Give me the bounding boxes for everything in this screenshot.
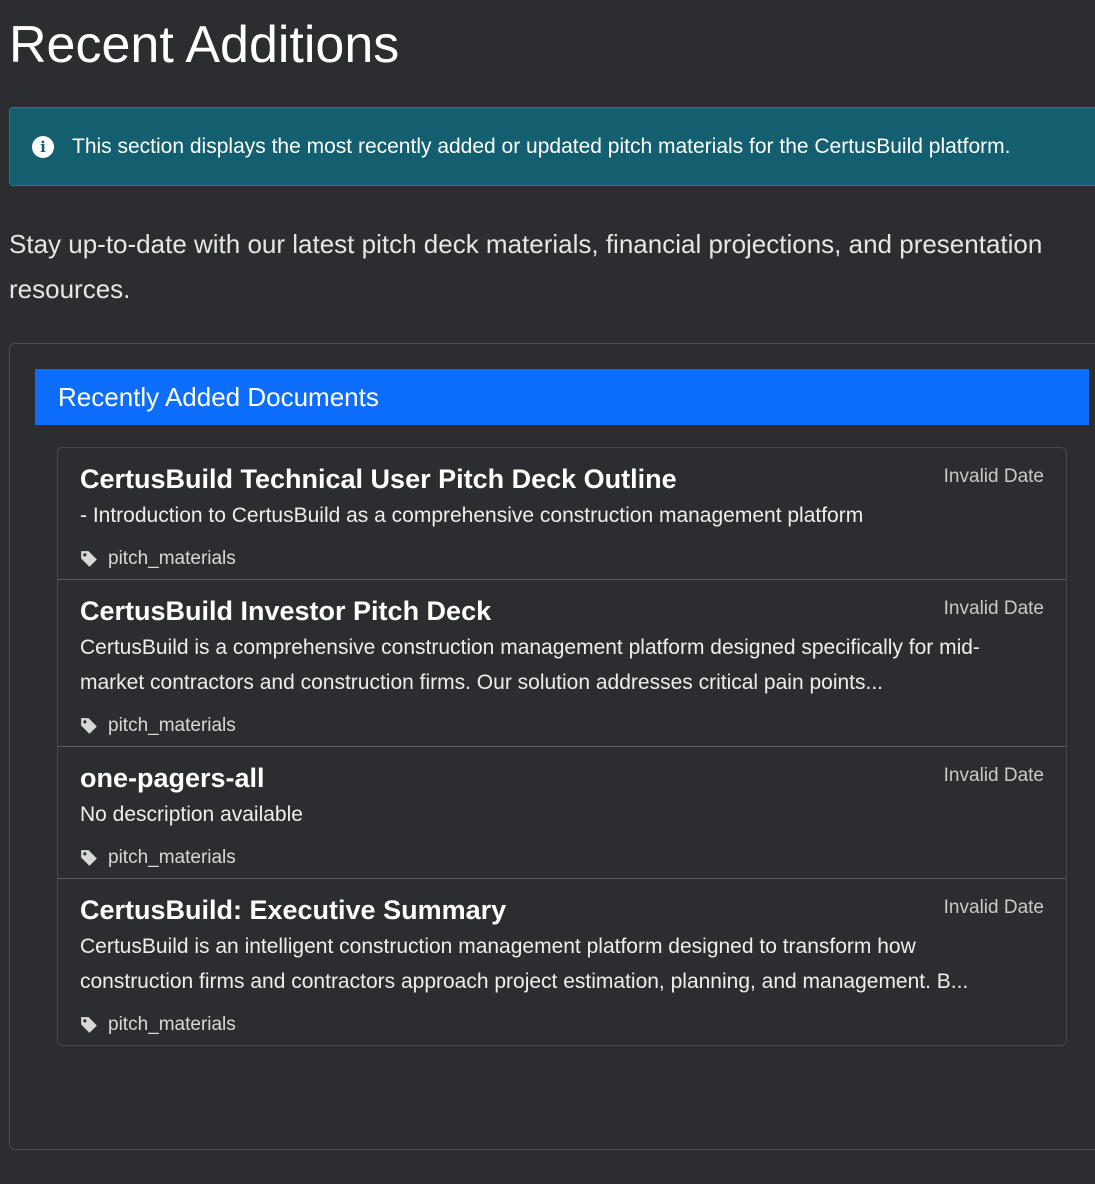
tag-label: pitch_materials [108,548,236,569]
tag-icon [81,850,97,866]
list-item[interactable]: CertusBuild Technical User Pitch Deck Ou… [58,448,1066,580]
page-title: Recent Additions [9,16,400,74]
document-date: Invalid Date [943,598,1044,619]
list-item[interactable]: one-pagers-all Invalid Date No descripti… [58,747,1066,879]
list-item[interactable]: CertusBuild: Executive Summary Invalid D… [58,879,1066,1045]
document-tags: pitch_materials [80,539,1044,579]
info-icon: i [32,135,54,158]
card-header: Recently Added Documents [35,369,1089,425]
tag-icon [81,1017,97,1033]
tag-icon [81,551,97,567]
document-tags: pitch_materials [80,1005,1044,1045]
list-item[interactable]: CertusBuild Investor Pitch Deck Invalid … [58,580,1066,747]
document-title[interactable]: CertusBuild Technical User Pitch Deck Ou… [80,462,1044,496]
document-tags: pitch_materials [80,706,1044,746]
document-description: CertusBuild is a comprehensive construct… [80,636,980,694]
document-tags: pitch_materials [80,838,1044,878]
tag-icon [81,718,97,734]
document-description: No description available [80,803,303,826]
document-title[interactable]: one-pagers-all [80,761,1044,795]
document-date: Invalid Date [943,466,1044,487]
document-description: CertusBuild is an intelligent constructi… [80,935,969,993]
page: Recent Additions i This section displays… [0,0,1095,1184]
document-description: - Introduction to CertusBuild as a compr… [80,504,864,527]
document-title[interactable]: CertusBuild: Executive Summary [80,893,1044,927]
document-date: Invalid Date [943,765,1044,786]
lead-text: Stay up-to-date with our latest pitch de… [9,229,1043,304]
alert-text: This section displays the most recently … [72,134,1011,158]
document-date: Invalid Date [943,897,1044,918]
document-list: CertusBuild Technical User Pitch Deck Ou… [57,447,1067,1046]
tag-label: pitch_materials [108,715,236,736]
info-alert: i This section displays the most recentl… [9,107,1095,186]
tag-label: pitch_materials [108,1014,236,1035]
document-title[interactable]: CertusBuild Investor Pitch Deck [80,594,1044,628]
tag-label: pitch_materials [108,847,236,868]
